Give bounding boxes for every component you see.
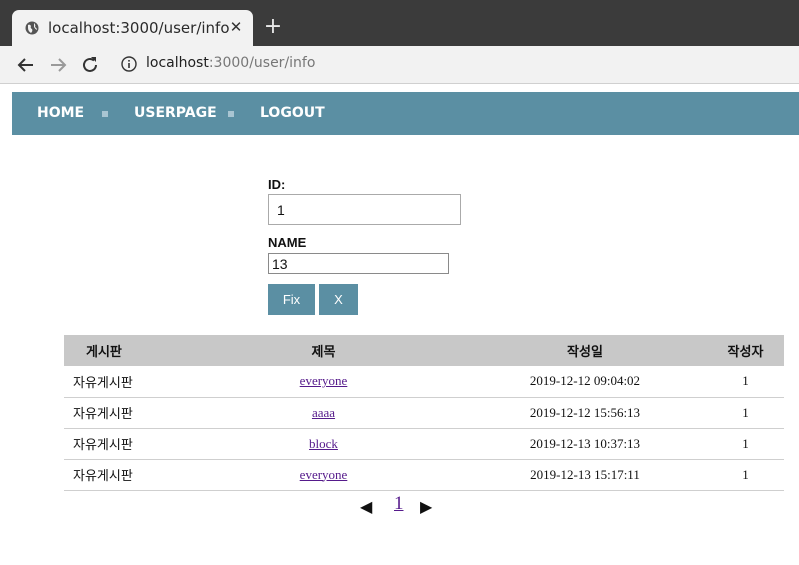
back-arrow-icon[interactable]: [15, 54, 37, 76]
nav-separator: [228, 111, 234, 117]
nav-separator: [102, 111, 108, 117]
address-bar[interactable]: localhost:3000/user/info: [146, 55, 315, 71]
cell-author: 1: [707, 366, 784, 398]
cell-date: 2019-12-12 09:04:02: [463, 366, 707, 398]
nav-userpage-link[interactable]: USERPAGE: [134, 105, 217, 121]
info-icon[interactable]: [121, 56, 137, 72]
next-page-icon[interactable]: ▶: [420, 497, 432, 517]
browser-titlebar: localhost:3000/user/info ✕ +: [0, 0, 799, 46]
table-row: 자유게시판 everyone 2019-12-13 15:17:11 1: [64, 459, 784, 491]
cell-title: everyone: [184, 366, 463, 398]
post-title-link[interactable]: everyone: [300, 467, 348, 482]
cell-title: aaaa: [184, 397, 463, 429]
browser-tab[interactable]: localhost:3000/user/info ✕: [12, 10, 253, 46]
table-row: 자유게시판 block 2019-12-13 10:37:13 1: [64, 428, 784, 460]
prev-page-icon[interactable]: ◀: [360, 497, 372, 517]
cell-date: 2019-12-12 15:56:13: [463, 397, 707, 429]
name-field[interactable]: [268, 253, 449, 274]
globe-icon: [25, 21, 39, 35]
cell-date: 2019-12-13 10:37:13: [463, 428, 707, 460]
cell-board: 자유게시판: [64, 366, 184, 398]
page-link[interactable]: 1: [394, 493, 404, 515]
board-table: 게시판 제목 작성일 작성자 자유게시판 everyone 2019-12-12…: [64, 335, 784, 491]
cell-title: everyone: [184, 459, 463, 491]
cell-board: 자유게시판: [64, 397, 184, 429]
tab-title: localhost:3000/user/info: [48, 19, 230, 37]
post-title-link[interactable]: everyone: [300, 373, 348, 388]
url-path: :3000/user/info: [208, 55, 316, 71]
cell-board: 자유게시판: [64, 459, 184, 491]
site-navbar: HOME USERPAGE LOGOUT: [12, 92, 799, 135]
nav-logout-link[interactable]: LOGOUT: [260, 105, 325, 121]
cancel-button[interactable]: X: [319, 284, 358, 315]
cell-date: 2019-12-13 15:17:11: [463, 459, 707, 491]
header-date: 작성일: [463, 335, 707, 366]
fix-button[interactable]: Fix: [268, 284, 315, 315]
browser-toolbar: localhost:3000/user/info: [0, 46, 799, 84]
reload-icon[interactable]: [79, 54, 101, 76]
nav-home-link[interactable]: HOME: [37, 105, 84, 121]
table-header-row: 게시판 제목 작성일 작성자: [64, 335, 784, 366]
id-field[interactable]: [268, 194, 461, 225]
table-row: 자유게시판 aaaa 2019-12-12 15:56:13 1: [64, 397, 784, 429]
header-author: 작성자: [707, 335, 784, 366]
header-title: 제목: [184, 335, 463, 366]
forward-arrow-icon[interactable]: [47, 54, 69, 76]
cell-author: 1: [707, 428, 784, 460]
cell-author: 1: [707, 397, 784, 429]
post-title-link[interactable]: block: [309, 436, 338, 451]
id-label: ID:: [268, 177, 286, 192]
cell-board: 자유게시판: [64, 428, 184, 460]
url-host: localhost: [146, 55, 209, 71]
name-label: NAME: [268, 235, 307, 250]
post-title-link[interactable]: aaaa: [312, 405, 335, 420]
table-row: 자유게시판 everyone 2019-12-12 09:04:02 1: [64, 366, 784, 398]
header-board: 게시판: [64, 335, 184, 366]
cell-author: 1: [707, 459, 784, 491]
cell-title: block: [184, 428, 463, 460]
new-tab-icon[interactable]: +: [263, 16, 283, 38]
page-content: HOME USERPAGE LOGOUT ID: NAME Fix X 게시판 …: [0, 85, 799, 565]
close-icon[interactable]: ✕: [228, 19, 244, 35]
